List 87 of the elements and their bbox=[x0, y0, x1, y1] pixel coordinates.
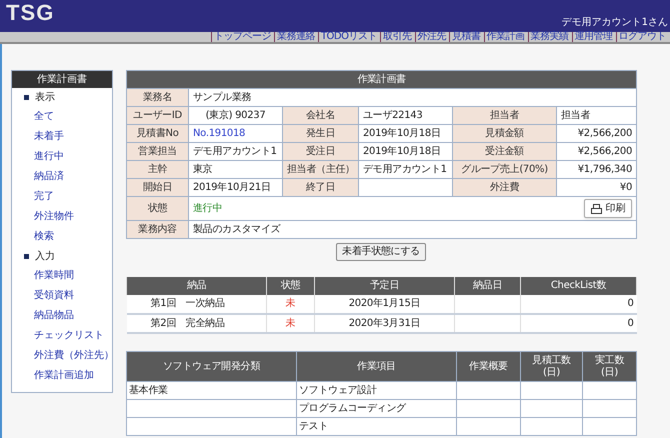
set-not-started-button[interactable]: 未着手状態にする bbox=[336, 243, 426, 261]
field-label: 見積金額 bbox=[452, 124, 556, 142]
field-label: 見積書No bbox=[126, 124, 188, 142]
table-cell: 0 bbox=[520, 295, 636, 314]
table-cell: 2020年1月15日 bbox=[314, 295, 454, 314]
field-label: 担当者 bbox=[452, 106, 556, 124]
nav-link[interactable]: 作業計画 bbox=[484, 32, 524, 42]
sidebar-link[interactable]: 外注物件 bbox=[34, 207, 74, 227]
section-heading: 入力 bbox=[35, 250, 55, 262]
field-value: ¥0 bbox=[556, 178, 637, 196]
field-label: 業務名 bbox=[126, 88, 188, 106]
field-label: 主幹 bbox=[126, 160, 188, 178]
sidebar-link[interactable]: 未着手 bbox=[34, 127, 64, 147]
section-heading: 表示 bbox=[35, 92, 55, 104]
field-label: 営業担当 bbox=[126, 142, 188, 160]
column-header: ソフトウェア開発分類 bbox=[126, 352, 296, 382]
table-cell: 第2回 完全納品 bbox=[126, 314, 266, 333]
nav-link[interactable]: トップページ bbox=[210, 32, 271, 42]
nav-link[interactable]: 運用管理 bbox=[572, 32, 612, 42]
print-button[interactable]: 印刷 bbox=[584, 199, 632, 218]
sidebar-link[interactable]: 受領資料 bbox=[34, 286, 74, 306]
column-header: 予定日 bbox=[314, 277, 454, 295]
field-value: 東京 bbox=[188, 160, 282, 178]
user-name: デモ用アカウント1さん bbox=[562, 17, 668, 29]
bullet-icon bbox=[24, 95, 29, 100]
sidebar-link[interactable]: 全て bbox=[34, 107, 54, 127]
field-value: ユーザ22143 bbox=[358, 106, 452, 124]
field-value: 2019年10月18日 bbox=[358, 142, 452, 160]
column-header: 見積工数 (日) bbox=[520, 352, 582, 382]
sidebar-link[interactable]: 作業時間 bbox=[34, 266, 74, 286]
sidebar-link[interactable]: 納品物品 bbox=[34, 306, 74, 326]
printer-icon bbox=[590, 204, 602, 214]
field-value: (東京) 90237 bbox=[188, 106, 282, 124]
field-value: 製品のカスタマイズ bbox=[188, 220, 637, 238]
table-title: 作業計画書 bbox=[126, 70, 637, 88]
bullet-icon bbox=[24, 254, 29, 259]
field-value: サンプル業務 bbox=[188, 88, 637, 106]
field-label: 終了日 bbox=[282, 178, 358, 196]
field-label: 業務内容 bbox=[126, 220, 188, 238]
field-label: グループ売上(70%) bbox=[452, 160, 556, 178]
table-cell: 2020年3月31日 bbox=[314, 314, 454, 333]
nav-link[interactable]: ログアウト bbox=[616, 32, 666, 42]
column-header: 状態 bbox=[266, 277, 314, 295]
field-label: ユーザーID bbox=[126, 106, 188, 124]
sidebar-link[interactable]: 完了 bbox=[34, 187, 54, 207]
table-cell: 0 bbox=[520, 314, 636, 333]
field-value: デモ用アカウント1 bbox=[358, 160, 452, 178]
column-header: 作業概要 bbox=[456, 352, 520, 382]
field-value: ¥2,566,200 bbox=[556, 142, 637, 160]
field-value: 担当者 bbox=[556, 106, 637, 124]
sidebar-link[interactable]: 進行中 bbox=[34, 147, 64, 167]
field-label: 開始日 bbox=[126, 178, 188, 196]
field-label: 受注日 bbox=[282, 142, 358, 160]
status-text: 進行中 bbox=[193, 202, 222, 214]
field-value: ¥2,566,200 bbox=[556, 124, 637, 142]
sidebar-link[interactable]: チェックリスト bbox=[34, 326, 104, 346]
column-header: 納品 bbox=[126, 277, 266, 295]
sidebar-link[interactable]: 外注費（外注先） bbox=[34, 346, 114, 366]
field-value: 2019年10月21日 bbox=[188, 178, 282, 196]
sidebar-link[interactable]: 検索 bbox=[34, 227, 54, 247]
table-cell: テスト bbox=[296, 418, 456, 436]
nav-link[interactable]: 見積書 bbox=[449, 32, 480, 42]
field-label: 発生日 bbox=[282, 124, 358, 142]
column-header: 作業項目 bbox=[296, 352, 456, 382]
nav-link[interactable]: 業務実績 bbox=[528, 32, 568, 42]
column-header: 納品日 bbox=[454, 277, 520, 295]
field-value: デモ用アカウント1 bbox=[188, 142, 282, 160]
status-cell: 未 bbox=[266, 314, 314, 333]
field-value: ¥1,796,340 bbox=[556, 160, 637, 178]
column-header: CheckList数 bbox=[520, 277, 636, 295]
table-cell: 第1回 一次納品 bbox=[126, 295, 266, 314]
field-label: 会社名 bbox=[282, 106, 358, 124]
field-value: 2019年10月18日 bbox=[358, 124, 452, 142]
field-label: 担当者（主任） bbox=[282, 160, 358, 178]
column-header: 実工数 (日) bbox=[582, 352, 636, 382]
logo: TSG bbox=[6, 0, 55, 26]
field-label: 外注費 bbox=[452, 178, 556, 196]
field-label: 状態 bbox=[126, 196, 188, 220]
sidebar-link[interactable]: 納品済 bbox=[34, 167, 64, 187]
nav-link[interactable]: 取引先 bbox=[380, 32, 412, 42]
sidebar-link[interactable]: 作業計画追加 bbox=[34, 366, 94, 386]
nav-link[interactable]: 業務連絡 bbox=[274, 32, 315, 42]
sidebar-title: 作業計画書 bbox=[12, 71, 112, 88]
status-cell: 未 bbox=[266, 295, 314, 314]
nav-link[interactable]: TODOリスト bbox=[318, 32, 377, 42]
nav-link[interactable]: 外注先 bbox=[414, 32, 446, 42]
field-label: 受注金額 bbox=[452, 142, 556, 160]
